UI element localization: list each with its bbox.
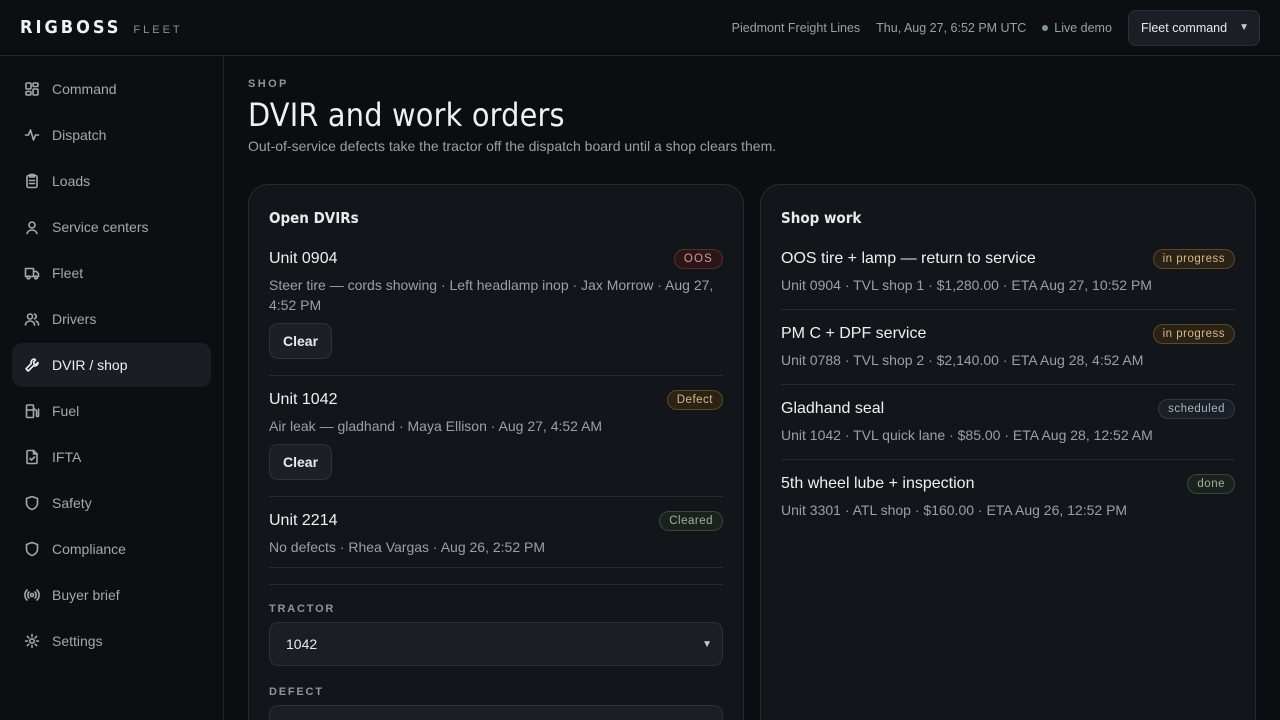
chevron-down-icon: ▼ xyxy=(1239,22,1249,33)
sidebar-item-buyer-brief[interactable]: Buyer brief xyxy=(12,573,211,617)
sidebar-item-label: Loads xyxy=(52,173,91,189)
clear-button[interactable]: Clear xyxy=(269,444,333,480)
wrench-icon xyxy=(24,357,40,373)
top-right: Piedmont Freight Lines Thu, Aug 27, 6:52… xyxy=(731,9,1260,46)
sidebar-item-dispatch[interactable]: Dispatch xyxy=(12,113,211,157)
card-title: Shop work xyxy=(781,209,862,227)
defect-label: DEFECT xyxy=(269,686,324,698)
chevron-down-icon: ▼ xyxy=(702,638,712,650)
truck-icon xyxy=(24,265,40,281)
sidebar-item-settings[interactable]: Settings xyxy=(12,619,211,663)
sidebar-item-label: Fuel xyxy=(52,403,80,419)
shop-work-card: Shop work OOS tire + lamp — return to se… xyxy=(760,184,1256,720)
sidebar-item-drivers[interactable]: Drivers xyxy=(12,297,211,341)
gear-icon xyxy=(24,633,40,649)
clipboard-icon xyxy=(24,173,40,189)
open-dvirs-card: Open DVIRs Unit 0904 OOS Steer tire — co… xyxy=(248,184,744,720)
status-badge: Defect xyxy=(666,390,723,410)
tractor-select-value: 1042 xyxy=(286,636,318,652)
sidebar-item-safety[interactable]: Safety xyxy=(12,481,211,525)
shield-icon xyxy=(24,541,40,557)
dvir-row: Unit 0904 OOS Steer tire — cords showing… xyxy=(269,249,723,376)
sidebar-item-ifta[interactable]: IFTA xyxy=(12,435,211,479)
card-title: Open DVIRs xyxy=(269,209,359,227)
fleet-view-select[interactable]: Fleet command ▼ xyxy=(1127,9,1260,46)
work-order-title: PM C + DPF service xyxy=(781,325,927,342)
cards-row: Open DVIRs Unit 0904 OOS Steer tire — co… xyxy=(248,184,1256,720)
map-pin-icon xyxy=(24,219,40,235)
sidebar-item-label: Command xyxy=(52,81,117,97)
dvir-form: TRACTOR 1042 ▼ DEFECT xyxy=(269,584,723,720)
sidebar-item-label: Buyer brief xyxy=(52,587,120,603)
sidebar-item-fuel[interactable]: Fuel xyxy=(12,389,211,433)
status-badge: Cleared xyxy=(659,511,723,531)
sidebar-item-label: IFTA xyxy=(52,449,82,465)
grid-icon xyxy=(24,81,40,97)
sidebar-item-label: Dispatch xyxy=(52,127,107,143)
radio-icon xyxy=(24,587,40,603)
dvir-row: Unit 1042 Defect Air leak — gladhand · M… xyxy=(269,390,723,497)
dvir-meta: Air leak — gladhand · Maya Ellison · Aug… xyxy=(269,418,603,434)
work-order-row[interactable]: Gladhand seal scheduled Unit 1042 · TVL … xyxy=(781,399,1235,460)
live-label: Live demo xyxy=(1054,20,1112,35)
work-order-meta: Unit 0904 · TVL shop 1 · $1,280.00 · ETA… xyxy=(781,277,1152,293)
dvir-row: Unit 2214 Cleared No defects · Rhea Varg… xyxy=(269,511,723,568)
live-dot-icon xyxy=(1042,24,1049,31)
sidebar-item-command[interactable]: Command xyxy=(12,67,211,111)
sidebar-item-compliance[interactable]: Compliance xyxy=(12,527,211,571)
work-order-row[interactable]: PM C + DPF service in progress Unit 0788… xyxy=(781,324,1235,385)
sidebar-item-dvir-shop[interactable]: DVIR / shop xyxy=(12,343,211,387)
sidebar-item-label: Fleet xyxy=(52,265,84,281)
activity-icon xyxy=(24,127,40,143)
sidebar-item-loads[interactable]: Loads xyxy=(12,159,211,203)
defect-input[interactable] xyxy=(269,705,723,720)
tractor-select[interactable]: 1042 ▼ xyxy=(269,622,723,666)
current-datetime: Thu, Aug 27, 6:52 PM UTC xyxy=(876,20,1027,35)
users-icon xyxy=(24,311,40,327)
sidebar-item-label: Settings xyxy=(52,633,103,649)
page-title: DVIR and work orders xyxy=(248,96,565,134)
sidebar-item-fleet[interactable]: Fleet xyxy=(12,251,211,295)
clear-button[interactable]: Clear xyxy=(269,323,333,359)
status-badge: in progress xyxy=(1152,324,1235,344)
sidebar: Command Dispatch Loads Service centers F… xyxy=(0,56,224,720)
status-badge: in progress xyxy=(1152,249,1235,269)
fleet-view-value: Fleet command xyxy=(1140,20,1228,35)
work-order-title: Gladhand seal xyxy=(781,400,885,417)
sidebar-item-service-centers[interactable]: Service centers xyxy=(12,205,211,249)
dvir-meta: No defects · Rhea Vargas · Aug 26, 2:52 … xyxy=(269,539,546,555)
work-order-meta: Unit 3301 · ATL shop · $160.00 · ETA Aug… xyxy=(781,502,1128,518)
status-badge: done xyxy=(1187,474,1235,494)
dvir-unit: Unit 1042 xyxy=(269,391,338,408)
brand-name: RIGBOSS xyxy=(20,17,122,38)
dvir-unit: Unit 2214 xyxy=(269,512,338,529)
brand-sub: FLEET xyxy=(133,24,183,36)
sidebar-item-label: Compliance xyxy=(52,541,126,557)
dvir-meta: Steer tire — cords showing · Left headla… xyxy=(269,277,714,313)
tractor-label: TRACTOR xyxy=(269,603,336,615)
status-badge: OOS xyxy=(673,249,723,269)
company-name: Piedmont Freight Lines xyxy=(731,20,861,35)
live-indicator: Live demo xyxy=(1042,21,1112,35)
top-bar: RIGBOSS FLEET Piedmont Freight Lines Thu… xyxy=(0,0,1280,56)
shield-icon xyxy=(24,495,40,511)
work-order-meta: Unit 1042 · TVL quick lane · $85.00 · ET… xyxy=(781,427,1153,443)
page-subtitle: Out-of-service defects take the tractor … xyxy=(248,138,777,154)
status-badge: scheduled xyxy=(1158,399,1235,419)
sidebar-item-label: DVIR / shop xyxy=(52,357,128,373)
sidebar-item-label: Safety xyxy=(52,495,92,511)
dvir-unit: Unit 0904 xyxy=(269,250,338,267)
sidebar-item-label: Service centers xyxy=(52,219,149,235)
file-check-icon xyxy=(24,449,40,465)
work-order-title: 5th wheel lube + inspection xyxy=(781,475,975,492)
work-order-row[interactable]: OOS tire + lamp — return to service in p… xyxy=(781,249,1235,310)
page-eyebrow: SHOP xyxy=(248,78,289,90)
work-order-row[interactable]: 5th wheel lube + inspection done Unit 33… xyxy=(781,474,1235,534)
fuel-icon xyxy=(24,403,40,419)
work-order-meta: Unit 0788 · TVL shop 2 · $2,140.00 · ETA… xyxy=(781,352,1144,368)
brand[interactable]: RIGBOSS FLEET xyxy=(20,17,183,38)
work-order-title: OOS tire + lamp — return to service xyxy=(781,250,1036,267)
sidebar-item-label: Drivers xyxy=(52,311,97,327)
